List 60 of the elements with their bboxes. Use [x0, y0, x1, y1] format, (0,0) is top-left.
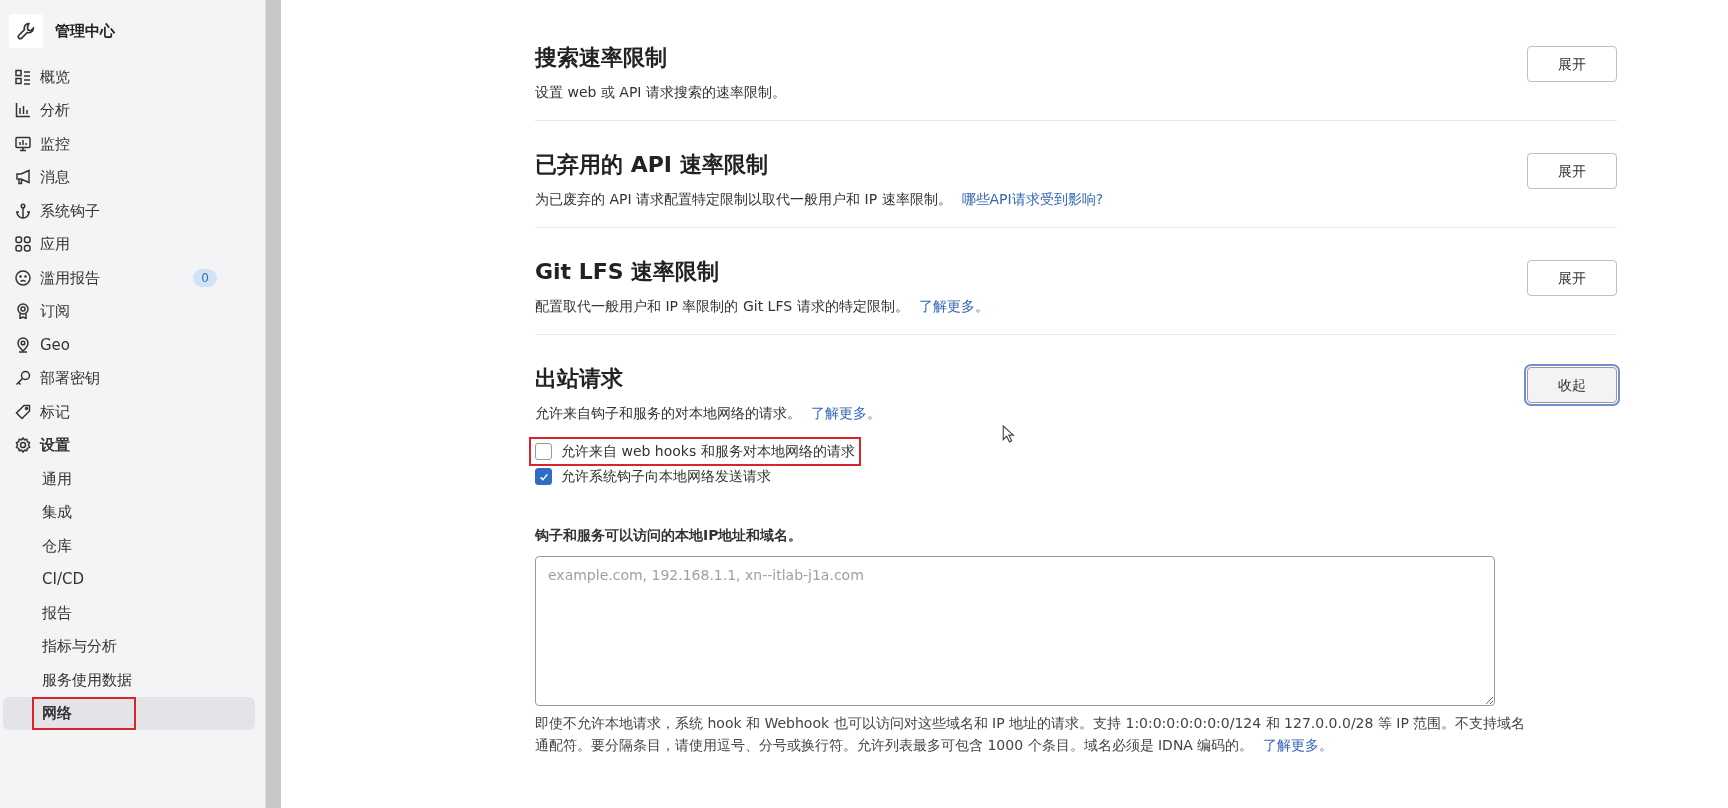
help-link[interactable]: 了解更多。: [918, 298, 989, 314]
section-description: 允许来自钩子和服务的对本地网络的请求。: [535, 405, 801, 421]
section-title: 搜索速率限制: [535, 44, 668, 72]
help-link[interactable]: 哪些API请求受到影响?: [961, 191, 1104, 207]
section-description: 配置取代一般用户和 IP 率限制的 Git LFS 请求的特定限制。: [535, 298, 909, 314]
sidebar-item[interactable]: 设置: [3, 428, 255, 462]
sidebar-item[interactable]: 消息: [3, 160, 255, 194]
sidebar-item[interactable]: 集成: [3, 495, 255, 529]
monitor-icon: [15, 135, 31, 152]
section-description: 为已废弃的 API 请求配置特定限制以取代一般用户和 IP 速率限制。: [535, 191, 952, 207]
highlighted-label: 网络: [34, 699, 134, 728]
collapse-button[interactable]: 收起: [1527, 367, 1617, 403]
expand-button[interactable]: 展开: [1527, 260, 1617, 296]
sidebar-item[interactable]: 概览: [3, 60, 255, 94]
settings-icon: [15, 437, 31, 454]
admin-title: 管理中心: [55, 20, 115, 42]
scrollbar[interactable]: [265, 0, 281, 808]
location-pin-icon: [15, 336, 31, 353]
sidebar-item[interactable]: Geo: [3, 328, 255, 362]
chart-icon: [15, 102, 31, 119]
sad-face-icon: [15, 269, 31, 286]
wrench-icon: [17, 22, 35, 40]
section-title: 已弃用的 API 速率限制: [535, 151, 769, 179]
award-icon: [15, 303, 31, 320]
grid-icon: [15, 236, 31, 253]
checkbox[interactable]: [535, 468, 552, 485]
section-title: 出站请求: [535, 365, 624, 393]
checkbox-label: 允许来自 web hooks 和服务对本地网络的请求: [561, 442, 855, 461]
field-label: 钩子和服务可以访问的本地IP地址和域名。: [535, 526, 804, 545]
section-description: 设置 web 或 API 请求搜索的速率限制。: [535, 84, 786, 100]
checkbox-label: 允许系统钩子向本地网络发送请求: [561, 467, 771, 486]
sidebar-item[interactable]: 滥用报告 0: [3, 261, 255, 295]
section-title: Git LFS 速率限制: [535, 258, 721, 286]
sidebar-item[interactable]: 网络: [3, 696, 255, 730]
sidebar-item[interactable]: 通用: [3, 462, 255, 496]
sidebar-item[interactable]: 部署密钥: [3, 361, 255, 395]
sidebar-item[interactable]: 系统钩子: [3, 194, 255, 228]
key-icon: [15, 370, 31, 387]
expand-button[interactable]: 展开: [1527, 46, 1617, 82]
sidebar-item[interactable]: 指标与分析: [3, 629, 255, 663]
help-text: 即使不允许本地请求，系统 hook 和 Webhook 也可以访问对这些域名和 IP 地址的请求。支持 1:0:0:0:0:0:0:0/124 和 127.0.0.0/28 等 IP 范围。不支持域名通配符。要分隔条目，请使用逗号、分号或换行符。允许列表最多可包含 1000 个条目。域名必须是 IDNA 编码的。 了解更多。: [535, 714, 1527, 755]
sidebar-item[interactable]: 标记: [3, 395, 255, 429]
sidebar-item[interactable]: CI/CD: [3, 562, 255, 596]
anchor-icon: [15, 202, 31, 219]
sidebar-item[interactable]: 服务使用数据: [3, 663, 255, 697]
sidebar-item[interactable]: 报告: [3, 596, 255, 630]
sidebar-item[interactable]: 应用: [3, 227, 255, 261]
megaphone-icon: [15, 169, 31, 186]
sidebar-item[interactable]: 订阅: [3, 294, 255, 328]
checkbox[interactable]: [535, 443, 552, 460]
help-link[interactable]: 了解更多。: [811, 405, 881, 421]
tag-icon: [15, 403, 31, 420]
help-link[interactable]: 了解更多。: [1263, 737, 1334, 753]
count-badge: 0: [193, 268, 217, 287]
sidebar-item[interactable]: 仓库: [3, 529, 255, 563]
input-field[interactable]: example.com, 192.168.1.1, xn--itlab-j1a.com: [535, 556, 1495, 706]
sidebar-item[interactable]: 分析: [3, 93, 255, 127]
expand-button[interactable]: 展开: [1527, 153, 1617, 189]
sidebar-item[interactable]: 监控: [3, 127, 255, 161]
list-icon: [15, 68, 31, 85]
